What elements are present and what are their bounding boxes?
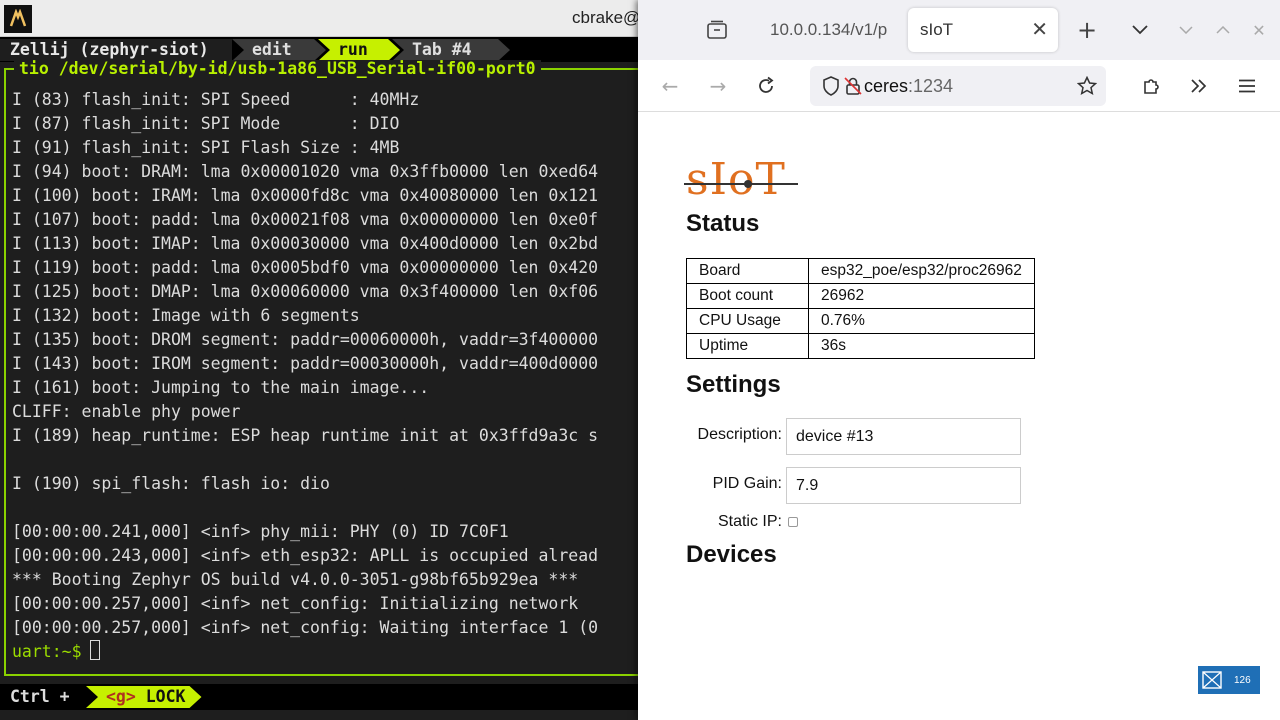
- browser-window: 10.0.0.134/v1/p sIoT ✕ + ✕ ← → ceres:1234: [638, 0, 1280, 720]
- tab-1-label: 10.0.0.134/v1/p: [770, 20, 888, 39]
- terminal-line: I (100) boot: IRAM: lma 0x0000fd8c vma 0…: [12, 186, 599, 205]
- terminal-line: I (125) boot: DMAP: lma 0x00060000 vma 0…: [12, 282, 599, 301]
- back-arrow-icon[interactable]: ←: [655, 71, 685, 101]
- status-key: CPU Usage: [686, 308, 809, 334]
- status-value: 0.76%: [808, 308, 1035, 334]
- reload-icon[interactable]: [751, 71, 781, 101]
- browser-nav-bar: ← → ceres:1234: [638, 60, 1280, 112]
- tray-count: 126: [1234, 674, 1251, 686]
- terminal-line: I (190) spi_flash: flash io: dio: [12, 474, 330, 493]
- overflow-chevrons-icon[interactable]: [1184, 71, 1214, 101]
- lock-key: <g>: [106, 687, 136, 706]
- page-content: sIoT Status Board esp32_poe/esp32/proc269…: [638, 113, 1280, 720]
- close-tab-icon[interactable]: ✕: [1031, 8, 1048, 52]
- status-value: 36s: [808, 333, 1035, 359]
- zellij-tab-edit[interactable]: edit: [232, 39, 326, 61]
- terminal-line: I (91) flash_init: SPI Flash Size : 4MB: [12, 138, 400, 157]
- logo-text: sIoT: [686, 154, 786, 205]
- zellij-session-name: Zellij (zephyr-siot): [0, 39, 232, 61]
- terminal-line: I (132) boot: Image with 6 segments: [12, 306, 360, 325]
- table-row: CPU Usage 0.76%: [686, 308, 1035, 334]
- lock-label: LOCK: [145, 687, 186, 706]
- description-input[interactable]: [786, 418, 1021, 455]
- pid-gain-label: PID Gain:: [712, 475, 782, 492]
- terminal-line: I (94) boot: DRAM: lma 0x00001020 vma 0x…: [12, 162, 599, 181]
- terminal-line: I (87) flash_init: SPI Mode : DIO: [12, 114, 400, 133]
- static-ip-label: Static IP:: [717, 513, 782, 530]
- browser-tab-strip: 10.0.0.134/v1/p sIoT ✕ + ✕: [638, 0, 1280, 60]
- close-window-icon[interactable]: ✕: [1244, 15, 1274, 45]
- shell-prompt-line[interactable]: uart:~$: [12, 640, 640, 664]
- new-tab-icon[interactable]: +: [1072, 15, 1102, 45]
- devices-heading: Devices: [686, 541, 777, 568]
- siot-logo: sIoT: [684, 154, 798, 205]
- url-host: ceres: [864, 76, 909, 96]
- tab-overview-icon[interactable]: [702, 15, 732, 45]
- forward-arrow-icon[interactable]: →: [703, 71, 733, 101]
- table-row: Boot count 26962: [686, 283, 1035, 309]
- list-tabs-chevron-icon[interactable]: [1125, 15, 1155, 45]
- status-ctrl-label: Ctrl +: [10, 687, 70, 706]
- zellij-tab-4[interactable]: Tab #4: [392, 39, 510, 61]
- status-key: Boot count: [686, 283, 809, 309]
- insecure-lock-icon[interactable]: [842, 71, 864, 101]
- pid-gain-input[interactable]: [786, 467, 1021, 504]
- logo-dot: [744, 180, 752, 188]
- status-value: 26962: [808, 283, 1035, 309]
- pane-title: tio /dev/serial/by-id/usb-1a86_USB_Seria…: [14, 60, 541, 78]
- status-key: Board: [686, 258, 809, 284]
- terminal-line: I (113) boot: IMAP: lma 0x00030000 vma 0…: [12, 234, 599, 253]
- table-row: Uptime 36s: [686, 333, 1035, 359]
- terminal-cursor: [89, 640, 100, 660]
- zellij-status-bar: Ctrl + <g> LOCK: [0, 684, 640, 710]
- mail-icon: [1202, 671, 1222, 689]
- terminal-line: [00:00:00.241,000] <inf> phy_mii: PHY (0…: [12, 522, 509, 541]
- terminal-window-title: cbrake@: [572, 8, 641, 27]
- terminal-line: [00:00:00.257,000] <inf> net_config: Ini…: [12, 594, 579, 613]
- bookmark-star-icon[interactable]: [1072, 71, 1102, 101]
- status-table: Board esp32_poe/esp32/proc26962 Boot coun…: [686, 258, 1035, 359]
- maximize-icon[interactable]: [1208, 15, 1238, 45]
- description-label: Description:: [697, 426, 782, 443]
- url-port: :1234: [908, 76, 954, 96]
- terminal-pane[interactable]: tio /dev/serial/by-id/usb-1a86_USB_Seria…: [4, 60, 644, 676]
- zellij-tab-run[interactable]: run: [318, 39, 400, 61]
- menu-hamburger-icon[interactable]: [1232, 71, 1262, 101]
- status-key: Uptime: [686, 333, 809, 359]
- terminal-line: [00:00:00.257,000] <inf> net_config: Wai…: [12, 618, 599, 637]
- kitty-app-icon: [4, 5, 32, 33]
- terminal-line: I (83) flash_init: SPI Speed : 40MHz: [12, 90, 420, 109]
- browser-tab-1[interactable]: 10.0.0.134/v1/p: [758, 8, 908, 52]
- terminal-line: I (135) boot: DROM segment: paddr=000600…: [12, 330, 599, 349]
- tab-2-label: sIoT: [920, 20, 954, 39]
- extensions-puzzle-icon[interactable]: [1137, 71, 1167, 101]
- terminal-line: I (119) boot: padd: lma 0x0005bdf0 vma 0…: [12, 258, 599, 277]
- status-heading: Status: [686, 210, 760, 237]
- status-value: esp32_poe/esp32/proc26962: [808, 258, 1035, 284]
- url-bar[interactable]: ceres:1234: [810, 66, 1106, 106]
- terminal-line: I (161) boot: Jumping to the main image.…: [12, 378, 430, 397]
- terminal-line: [00:00:00.243,000] <inf> eth_esp32: APLL…: [12, 546, 599, 565]
- shell-prompt: uart:~$: [12, 642, 82, 661]
- terminal-line: *** Booting Zephyr OS build v4.0.0-3051-…: [12, 570, 579, 589]
- table-row: Board esp32_poe/esp32/proc26962: [686, 258, 1035, 284]
- lock-mode-indicator[interactable]: <g> LOCK: [86, 686, 202, 708]
- minimize-icon[interactable]: [1171, 15, 1201, 45]
- static-ip-checkbox[interactable]: [788, 517, 798, 527]
- terminal-line: I (189) heap_runtime: ESP heap runtime i…: [12, 426, 599, 445]
- url-text[interactable]: ceres:1234: [864, 66, 953, 106]
- terminal-line: I (107) boot: padd: lma 0x00021f08 vma 0…: [12, 210, 599, 229]
- browser-tab-siot[interactable]: sIoT ✕: [908, 8, 1058, 52]
- settings-heading: Settings: [686, 371, 781, 398]
- terminal-output: I (83) flash_init: SPI Speed : 40MHz I (8…: [12, 88, 640, 664]
- terminal-line: CLIFF: enable phy power: [12, 402, 241, 421]
- tray-mail-widget[interactable]: 126: [1198, 666, 1260, 694]
- terminal-line: I (143) boot: IROM segment: paddr=000300…: [12, 354, 599, 373]
- logo-line: [684, 183, 798, 185]
